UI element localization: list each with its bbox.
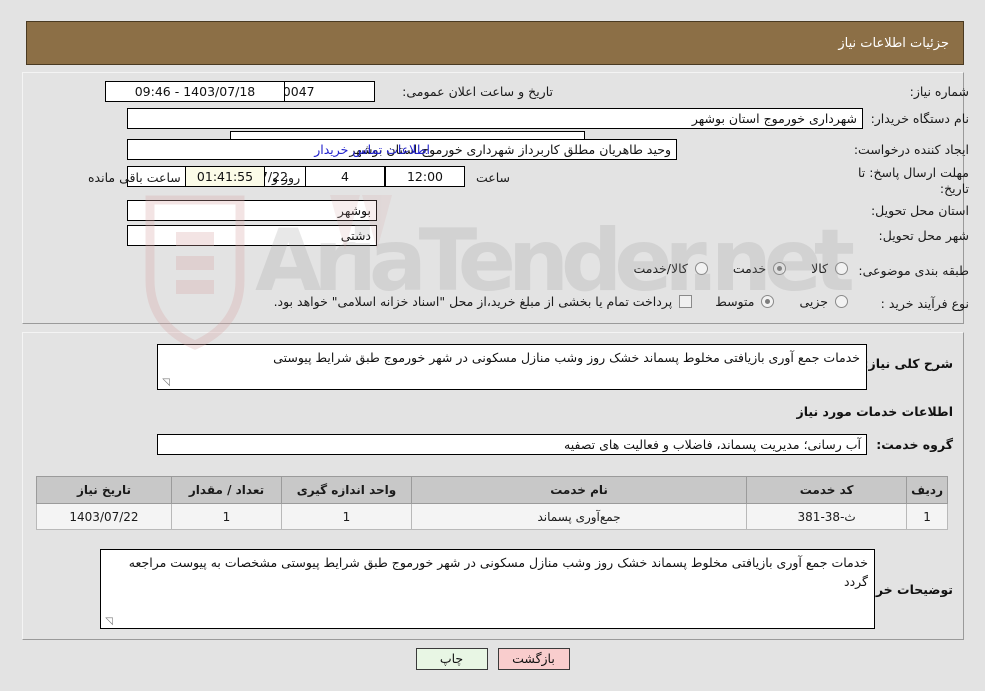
radio-process-jozi[interactable] (835, 295, 848, 308)
services-info-title: اطلاعات خدمات مورد نیاز (796, 404, 954, 419)
countdown-suffix: ساعت باقی مانده (88, 170, 181, 185)
cell-service-name: جمع‌آوری پسماند (410, 503, 748, 530)
buyer-org-label: نام دستگاه خریدار: (870, 111, 969, 126)
deadline-label: مهلت ارسال پاسخ: تا تاریخ: (858, 165, 969, 196)
general-need-textarea[interactable]: خدمات جمع آوری بازیافتی مخلوط پسماند خشک… (157, 344, 867, 390)
purchase-process-label: نوع فرآیند خرید : (880, 296, 969, 311)
radio-subject-khedmat[interactable] (773, 262, 787, 275)
page-header: جزئیات اطلاعات نیاز (26, 21, 964, 65)
buyer-notes-text: خدمات جمع آوری بازیافتی مخلوط پسماند خشک… (128, 555, 868, 589)
purchase-process-radio-group[interactable]: جزیی متوسط پرداخت تمام یا بخشی از مبلغ خ… (274, 294, 855, 309)
footer-actions: بازگشت چاپ (0, 648, 985, 670)
days-remaining-value: 4 (305, 166, 385, 187)
announce-datetime-label: تاریخ و ساعت اعلان عمومی: (402, 84, 553, 99)
request-creator-label: ایجاد کننده درخواست: (853, 142, 969, 157)
subject-category-radio-group[interactable]: کالا خدمت کالا/خدمت (633, 261, 855, 276)
radio-subject-kala[interactable] (835, 262, 848, 275)
buyer-contact-link[interactable]: اطلاعات تماس خریدار (314, 142, 430, 157)
deadline-hour-label: ساعت (475, 170, 510, 185)
radio-subject-kala-label: کالا (811, 261, 828, 276)
buyer-org-value: شهرداری خورموج استان بوشهر (127, 108, 863, 129)
page-title: جزئیات اطلاعات نیاز (838, 35, 949, 51)
delivery-city-label: شهر محل تحویل: (878, 228, 969, 243)
cell-row-no: 1 (906, 503, 948, 530)
print-button[interactable]: چاپ (415, 648, 488, 670)
treasury-bonds-checkbox[interactable] (679, 295, 693, 308)
resize-handle-icon[interactable]: ◹ (160, 378, 170, 388)
announce-datetime-value: 1403/07/18 - 09:46 (105, 81, 285, 102)
delivery-province-value: بوشهر (127, 200, 377, 221)
back-button[interactable]: بازگشت (497, 648, 570, 670)
col-quantity: تعداد / مقدار (171, 476, 282, 504)
general-need-label: شرح کلی نیاز: (863, 356, 953, 371)
table-row: 1 ث-38-381 جمع‌آوری پسماند 1 1 1403/07/2… (36, 503, 948, 530)
col-unit: واحد اندازه گیری (281, 476, 412, 504)
col-row-no: ردیف (906, 476, 948, 504)
col-need-date: تاریخ نیاز (36, 476, 172, 504)
service-group-label: گروه خدمت: (876, 437, 953, 452)
cell-service-code: ث-38-381 (746, 503, 908, 530)
radio-process-motavasset[interactable] (761, 295, 775, 308)
table-header-row: ردیف کد خدمت نام خدمت واحد اندازه گیری ت… (36, 476, 948, 504)
col-service-name: نام خدمت (410, 476, 748, 504)
subject-category-label: طبقه بندی موضوعی: (858, 263, 969, 278)
service-group-value: آب رسانی؛ مدیریت پسماند، فاضلاب و فعالیت… (157, 434, 867, 455)
radio-process-jozi-label: جزیی (799, 294, 828, 309)
col-service-code: کد خدمت (746, 476, 908, 504)
delivery-city-value: دشتی (127, 225, 377, 246)
cell-quantity: 1 (171, 503, 282, 530)
countdown-timer: 01:41:55 (185, 166, 265, 187)
general-need-text: خدمات جمع آوری بازیافتی مخلوط پسماند خشک… (273, 350, 860, 365)
cell-unit: 1 (281, 503, 412, 530)
need-number-label: شماره نیاز: (909, 84, 969, 99)
days-remaining-suffix: روز و (272, 170, 301, 185)
radio-process-motavasset-label: متوسط (715, 294, 755, 309)
buyer-notes-textarea[interactable]: خدمات جمع آوری بازیافتی مخلوط پسماند خشک… (100, 549, 875, 629)
radio-subject-kala-khedmat[interactable] (694, 262, 708, 275)
radio-subject-kala-khedmat-label: کالا/خدمت (633, 261, 688, 276)
radio-subject-khedmat-label: خدمت (732, 261, 767, 276)
resize-handle-icon-2[interactable]: ◹ (103, 617, 113, 627)
cell-need-date: 1403/07/22 (36, 503, 172, 530)
treasury-bonds-note: پرداخت تمام یا بخشی از مبلغ خرید،از محل … (273, 294, 673, 309)
delivery-province-label: استان محل تحویل: (870, 203, 969, 218)
required-services-table: ردیف کد خدمت نام خدمت واحد اندازه گیری ت… (36, 476, 948, 530)
deadline-hour-value: 12:00 (385, 166, 465, 187)
